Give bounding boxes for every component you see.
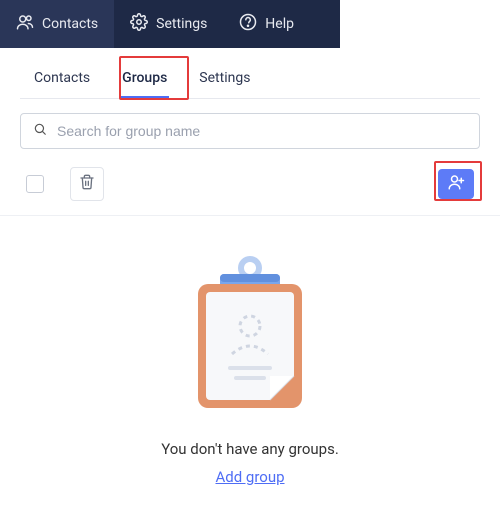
topbar-blank-area — [340, 0, 500, 48]
nav-contacts[interactable]: Contacts — [0, 0, 114, 48]
nav-settings[interactable]: Settings — [114, 0, 223, 48]
trash-icon — [79, 174, 95, 194]
search-input[interactable] — [57, 123, 467, 139]
contacts-icon — [16, 13, 34, 35]
empty-message: You don't have any groups. — [161, 440, 339, 458]
add-group-icon — [447, 173, 465, 195]
tabs: Contacts Groups Settings — [20, 60, 480, 99]
nav-help[interactable]: Help — [223, 0, 310, 48]
help-icon — [239, 13, 257, 35]
select-all-checkbox[interactable] — [26, 175, 44, 193]
tab-settings[interactable]: Settings — [185, 60, 264, 98]
empty-state: You don't have any groups. Add group — [20, 216, 480, 486]
add-group-button[interactable] — [438, 169, 474, 199]
toolbar — [20, 163, 480, 215]
delete-button[interactable] — [70, 167, 104, 201]
top-navbar: Contacts Settings Help — [0, 0, 500, 48]
add-group-link[interactable]: Add group — [215, 468, 284, 486]
tab-contacts[interactable]: Contacts — [20, 60, 104, 98]
tab-settings-label: Settings — [199, 70, 250, 86]
search-icon — [33, 122, 47, 140]
nav-help-label: Help — [265, 16, 294, 32]
tab-contacts-label: Contacts — [34, 70, 90, 86]
gear-icon — [130, 13, 148, 35]
nav-contacts-label: Contacts — [42, 16, 98, 32]
clipboard-illustration-icon — [180, 254, 320, 418]
tab-groups-label: Groups — [122, 70, 167, 86]
nav-settings-label: Settings — [156, 16, 207, 32]
search-box[interactable] — [20, 113, 480, 149]
tab-groups[interactable]: Groups — [108, 60, 181, 98]
